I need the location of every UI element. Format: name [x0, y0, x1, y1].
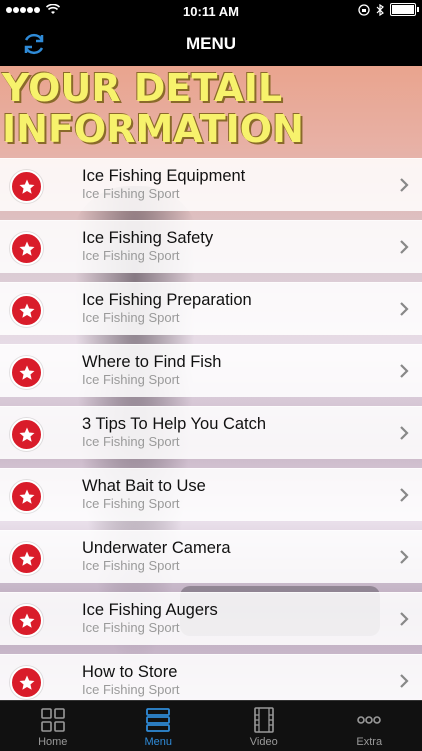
list-item-title: Ice Fishing Safety: [82, 229, 213, 248]
list-item[interactable]: Ice Fishing Safety Ice Fishing Sport: [0, 220, 422, 273]
star-badge-icon: [10, 356, 43, 389]
chevron-right-icon: [398, 423, 410, 443]
tab-bar: Home Menu Video Extra: [0, 700, 422, 751]
list-item-subtitle: Ice Fishing Sport: [82, 310, 180, 325]
list-item[interactable]: Ice Fishing Augers Ice Fishing Sport: [0, 592, 422, 645]
bluetooth-icon: [376, 4, 384, 16]
list-item-subtitle: Ice Fishing Sport: [82, 558, 180, 573]
list-item-title: Where to Find Fish: [82, 353, 221, 372]
film-icon: [250, 706, 278, 734]
list-item[interactable]: Ice Fishing Equipment Ice Fishing Sport: [0, 158, 422, 211]
list-item-title: Underwater Camera: [82, 539, 231, 558]
battery-icon: [390, 3, 416, 16]
tab-label: Menu: [106, 736, 212, 748]
star-badge-icon: [10, 480, 43, 513]
header-banner: YOUR DETAIL INFORMATION: [2, 68, 422, 150]
status-bar: 10:11 AM: [0, 0, 422, 22]
list-item[interactable]: Ice Fishing Preparation Ice Fishing Spor…: [0, 282, 422, 335]
tab-video[interactable]: Video: [211, 701, 317, 751]
list-item-subtitle: Ice Fishing Sport: [82, 248, 180, 263]
list-item-title: What Bait to Use: [82, 477, 206, 496]
list-item-title: Ice Fishing Augers: [82, 601, 218, 620]
menu-icon: [144, 706, 172, 734]
list-item-title: Ice Fishing Equipment: [82, 167, 245, 186]
chevron-right-icon: [398, 609, 410, 629]
lock-rotation-icon: [358, 4, 370, 16]
list-item[interactable]: How to Store Ice Fishing Sport: [0, 654, 422, 700]
star-badge-icon: [10, 604, 43, 637]
chevron-right-icon: [398, 175, 410, 195]
menu-content[interactable]: YOUR DETAIL INFORMATION Ice Fishing Equi…: [0, 66, 422, 700]
list-item-subtitle: Ice Fishing Sport: [82, 372, 180, 387]
list-item-title: 3 Tips To Help You Catch: [82, 415, 266, 434]
list-item[interactable]: Underwater Camera Ice Fishing Sport: [0, 530, 422, 583]
tab-menu[interactable]: Menu: [106, 701, 212, 751]
list-item[interactable]: 3 Tips To Help You Catch Ice Fishing Spo…: [0, 406, 422, 459]
chevron-right-icon: [398, 361, 410, 381]
star-badge-icon: [10, 418, 43, 451]
header-line-1: YOUR DETAIL: [2, 68, 422, 109]
tab-extra[interactable]: Extra: [317, 701, 422, 751]
list-item-title: Ice Fishing Preparation: [82, 291, 252, 310]
star-badge-icon: [10, 232, 43, 265]
page-title: MENU: [0, 34, 422, 54]
chevron-right-icon: [398, 485, 410, 505]
chevron-right-icon: [398, 299, 410, 319]
list-item-subtitle: Ice Fishing Sport: [82, 682, 180, 697]
star-badge-icon: [10, 666, 43, 699]
tab-home[interactable]: Home: [0, 701, 106, 751]
star-badge-icon: [10, 170, 43, 203]
tab-label: Home: [0, 736, 106, 748]
grid-icon: [39, 706, 67, 734]
list-item-subtitle: Ice Fishing Sport: [82, 186, 180, 201]
list-item[interactable]: What Bait to Use Ice Fishing Sport: [0, 468, 422, 521]
list-item-subtitle: Ice Fishing Sport: [82, 620, 180, 635]
list-item-subtitle: Ice Fishing Sport: [82, 434, 180, 449]
chevron-right-icon: [398, 547, 410, 567]
tab-label: Extra: [317, 736, 422, 748]
list-item-subtitle: Ice Fishing Sport: [82, 496, 180, 511]
status-right: [358, 3, 416, 16]
tab-label: Video: [211, 736, 317, 748]
list-item[interactable]: Where to Find Fish Ice Fishing Sport: [0, 344, 422, 397]
more-icon: [355, 706, 383, 734]
list-item-title: How to Store: [82, 663, 177, 682]
header-line-2: INFORMATION: [2, 109, 422, 150]
nav-bar: MENU: [0, 22, 422, 66]
chevron-right-icon: [398, 671, 410, 691]
star-badge-icon: [10, 294, 43, 327]
star-badge-icon: [10, 542, 43, 575]
chevron-right-icon: [398, 237, 410, 257]
